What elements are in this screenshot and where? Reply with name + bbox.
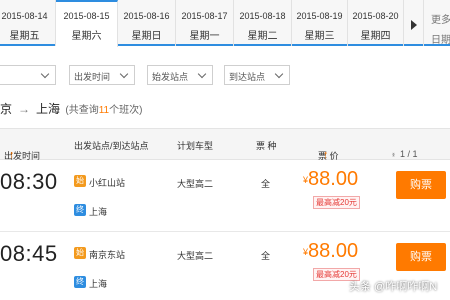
date-tab-weekday: 星期五 [9, 31, 40, 42]
date-tab-weekday: 星期六 [71, 31, 102, 42]
depart-time: 08:45 [0, 241, 58, 266]
date-tab-date: 2015-08-20 [352, 11, 399, 21]
more-dates-tab[interactable]: 更多 日期 [424, 0, 450, 46]
ticket-price: ¥88.00 [303, 168, 358, 191]
date-tab-0820[interactable]: 2015-08-20 星期四 [348, 0, 404, 46]
end-station-filter-value: 到达站点 [229, 72, 266, 82]
depart-time-filter-value: 出发时间 [74, 72, 111, 82]
date-tab-weekday: 星期一 [189, 31, 220, 42]
end-station: 上海 [89, 279, 108, 289]
more-dates-line1: 更多 [431, 15, 450, 26]
date-tab-date: 2015-08-17 [181, 11, 228, 21]
date-tab-date: 2015-08-14 [1, 11, 48, 21]
start-station: 小红山站 [89, 178, 126, 188]
route-from: 南京 [0, 102, 13, 116]
next-page-icon[interactable]: › [392, 149, 395, 159]
more-dates-line2: 日期 [431, 35, 450, 46]
date-tab-0819[interactable]: 2015-08-19 星期三 [292, 0, 348, 46]
end-station: 上海 [89, 207, 108, 217]
route-summary: 南京 → 上海 (共查询11个班次) [0, 100, 142, 117]
chevron-down-icon [197, 69, 207, 79]
route-arrow: → [18, 102, 31, 116]
header-stations: 出发站点/到达站点 [74, 141, 149, 151]
date-tab-0815-active[interactable]: 2015-08-15 星期六 [56, 0, 118, 47]
start-station-filter-select[interactable]: 始发站点 [147, 65, 213, 85]
ticket-kind: 全 [261, 251, 271, 261]
date-tab-0814[interactable]: 2015-08-14 星期五 [0, 0, 56, 46]
date-tab-date: 2015-08-16 [123, 11, 170, 21]
table-row: 08:30 始 小红山站 终 上海 大型高二 全 ¥88.00 最高减20元 购… [0, 160, 450, 232]
price-value: 88.00 [308, 168, 359, 190]
date-tab-date: 2015-08-18 [239, 11, 286, 21]
end-badge: 终 [74, 276, 86, 288]
date-tab-weekday: 星期日 [131, 31, 162, 42]
start-badge: 始 [74, 247, 86, 259]
end-station-filter-select[interactable]: 到达站点 [224, 65, 290, 85]
summary-suffix: 个班次) [109, 105, 143, 116]
date-bar: 2015-08-14 星期五 2015-08-15 星期六 2015-08-16… [0, 0, 450, 47]
route-result-summary: (共查询11个班次) [65, 105, 142, 116]
ticket-price: ¥88.00 [303, 240, 358, 263]
header-bus-type: 计划车型 [177, 141, 214, 151]
next-dates-button[interactable] [404, 0, 424, 46]
chevron-right-icon [411, 20, 417, 30]
bus-type: 大型高二 [177, 251, 214, 261]
date-tab-weekday: 星期四 [360, 31, 391, 42]
date-tab-0817[interactable]: 2015-08-17 星期一 [176, 0, 234, 46]
chevron-down-icon [274, 69, 284, 79]
date-tab-0816[interactable]: 2015-08-16 星期日 [118, 0, 176, 46]
date-tab-weekday: 星期三 [304, 31, 335, 42]
results-table-header: 出发时间 ↑ 出发站点/到达站点 计划车型 票 种 票 价 ↑ ‹ 1 / 1 › [0, 128, 450, 161]
date-tab-0818[interactable]: 2015-08-18 星期二 [234, 0, 292, 46]
depart-time: 08:30 [0, 169, 58, 194]
start-badge: 始 [74, 175, 86, 187]
watermark: 头条 @咋啊咋啊N [349, 281, 438, 293]
end-badge: 终 [74, 204, 86, 216]
header-ticket-kind: 票 种 [256, 141, 277, 151]
city-filter-select[interactable]: 南京 [0, 65, 56, 85]
buy-ticket-button[interactable]: 购票 [396, 243, 446, 271]
bus-type: 大型高二 [177, 179, 214, 189]
start-station: 南京东站 [89, 250, 126, 260]
date-tab-date: 2015-08-15 [63, 11, 110, 21]
depart-time-filter-select[interactable]: 出发时间 [69, 65, 135, 85]
chevron-down-icon [119, 69, 129, 79]
ticket-kind: 全 [261, 179, 271, 189]
date-tab-weekday: 星期二 [247, 31, 278, 42]
result-count: 11 [98, 105, 110, 116]
date-tab-date: 2015-08-19 [296, 11, 343, 21]
page-indicator: 1 / 1 [400, 149, 418, 159]
buy-ticket-button[interactable]: 购票 [396, 171, 446, 199]
chevron-down-icon [40, 69, 50, 79]
price-value: 88.00 [308, 240, 359, 262]
discount-badge: 最高减20元 [313, 196, 360, 209]
summary-prefix: (共查询 [65, 105, 99, 116]
route-to: 上海 [36, 102, 61, 116]
start-station-filter-value: 始发站点 [152, 72, 189, 82]
